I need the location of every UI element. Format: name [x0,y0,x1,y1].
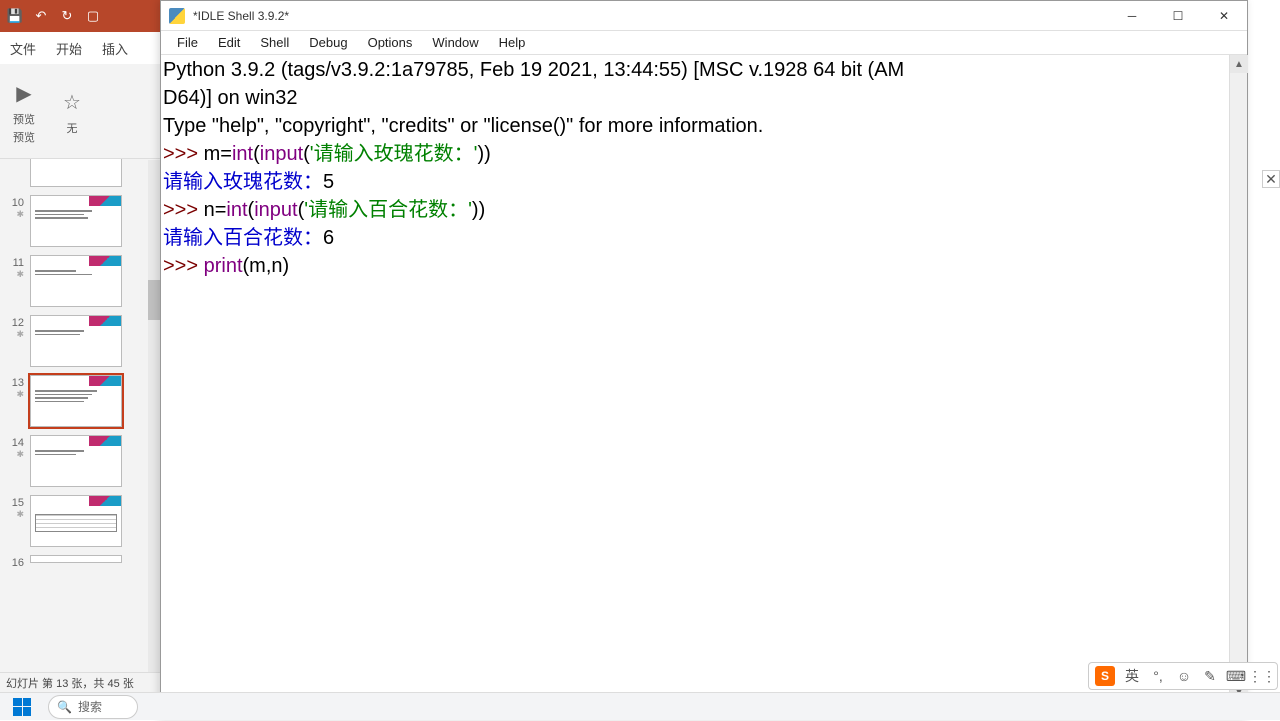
output-rose-prompt: 请输入玫瑰花数： [163,171,323,193]
panel-close-icon[interactable]: ✕ [1262,170,1280,188]
close-button[interactable]: ✕ [1201,1,1247,31]
preview-label: 预览 [13,111,35,127]
idle-menubar: File Edit Shell Debug Options Window Hel… [161,31,1247,55]
banner-line3: Type "help", "copyright", "credits" or "… [163,115,763,137]
idle-titlebar[interactable]: *IDLE Shell 3.9.2* ─ ☐ ✕ [161,1,1247,31]
idle-window-title: *IDLE Shell 3.9.2* [193,9,1109,23]
thumb-num: 12 [12,317,24,329]
undo-icon[interactable]: ↶ [32,7,50,25]
idle-shell-window: *IDLE Shell 3.9.2* ─ ☐ ✕ File Edit Shell… [160,0,1248,720]
ime-punct-icon[interactable]: °, [1149,667,1167,685]
tab-start[interactable]: 开始 [46,33,92,64]
slide-thumb-15[interactable] [30,495,122,547]
tab-insert[interactable]: 插入 [92,33,138,64]
ppt-status-bar: 幻灯片 第 13 张，共 45 张 [0,672,160,692]
menu-shell[interactable]: Shell [250,32,299,53]
ppt-ribbon: ▶ 预览 预览 ☆ 无 [0,64,160,159]
none-label: 无 [67,120,78,136]
slide-thumb-13-selected[interactable] [30,375,122,427]
redo-icon[interactable]: ↻ [58,7,76,25]
menu-debug[interactable]: Debug [299,32,357,53]
save-icon[interactable]: 💾 [6,7,24,25]
ime-keyboard-icon[interactable]: ⌨ [1227,667,1245,685]
search-icon: 🔍 [57,700,72,714]
ime-toolbar[interactable]: S 英 °, ☺ ✎ ⌨ ⋮⋮ [1088,662,1278,690]
maximize-button[interactable]: ☐ [1155,1,1201,31]
preview2-label: 预览 [13,129,35,145]
ime-lang-label[interactable]: 英 [1123,667,1141,685]
input-rose-value: 5 [323,171,334,193]
banner-line1: Python 3.9.2 (tags/v3.9.2:1a79785, Feb 1… [163,59,904,81]
thumb-num: 11 [13,257,24,269]
python-icon [169,8,185,24]
slide-thumb-11[interactable] [30,255,122,307]
ppt-thumb-scrollbar[interactable] [148,160,160,672]
prompt: >>> [163,199,204,221]
none-icon[interactable]: ☆ [56,86,88,118]
slide-thumb-10[interactable] [30,195,122,247]
input-lily-value: 6 [323,227,334,249]
thumb-num: 10 [12,197,24,209]
slide-thumb-12[interactable] [30,315,122,367]
slide-thumbnails-panel[interactable]: 10✱ 11✱ 12✱ 13✱ 14✱ 15✱ 16 [0,159,160,672]
menu-file[interactable]: File [167,32,208,53]
ppt-ribbon-tabs: 文件 开始 插入 [0,32,160,64]
thumb-num: 15 [12,497,24,509]
output-lily-prompt: 请输入百合花数： [163,227,323,249]
menu-help[interactable]: Help [489,32,536,53]
search-placeholder: 搜索 [78,698,102,715]
thumb-num: 16 [12,557,24,569]
idle-shell-text-area[interactable]: Python 3.9.2 (tags/v3.9.2:1a79785, Feb 1… [161,55,1229,701]
prompt: >>> [163,255,204,277]
taskbar-search[interactable]: 🔍 搜索 [48,695,138,719]
menu-edit[interactable]: Edit [208,32,250,53]
scroll-up-arrow-icon[interactable]: ▲ [1230,55,1248,73]
ppt-titlebar: 💾 ↶ ↻ ▢ [0,0,160,32]
windows-taskbar[interactable]: 🔍 搜索 [0,692,1280,720]
idle-vertical-scrollbar[interactable]: ▲ ▼ [1229,55,1247,701]
menu-window[interactable]: Window [422,32,488,53]
slide-thumb-16[interactable] [30,555,122,563]
slideshow-icon[interactable]: ▢ [84,7,102,25]
minimize-button[interactable]: ─ [1109,1,1155,31]
ime-emoji-icon[interactable]: ☺ [1175,667,1193,685]
preview-icon[interactable]: ▶ [8,77,40,109]
start-button[interactable] [0,693,44,721]
thumb-num: 13 [12,377,24,389]
sogou-ime-icon[interactable]: S [1095,666,1115,686]
slide-thumb-14[interactable] [30,435,122,487]
powerpoint-window-partial: 💾 ↶ ↻ ▢ 文件 开始 插入 ▶ 预览 预览 ☆ 无 10✱ 11✱ [0,0,160,720]
menu-options[interactable]: Options [358,32,423,53]
prompt: >>> [163,143,204,165]
banner-line2: D64)] on win32 [163,87,298,109]
ime-skin-icon[interactable]: ✎ [1201,667,1219,685]
windows-logo-icon [13,698,31,716]
ime-menu-icon[interactable]: ⋮⋮ [1253,667,1271,685]
slide-thumb-9[interactable] [30,159,122,187]
thumb-num: 14 [12,437,24,449]
tab-file[interactable]: 文件 [0,33,46,64]
